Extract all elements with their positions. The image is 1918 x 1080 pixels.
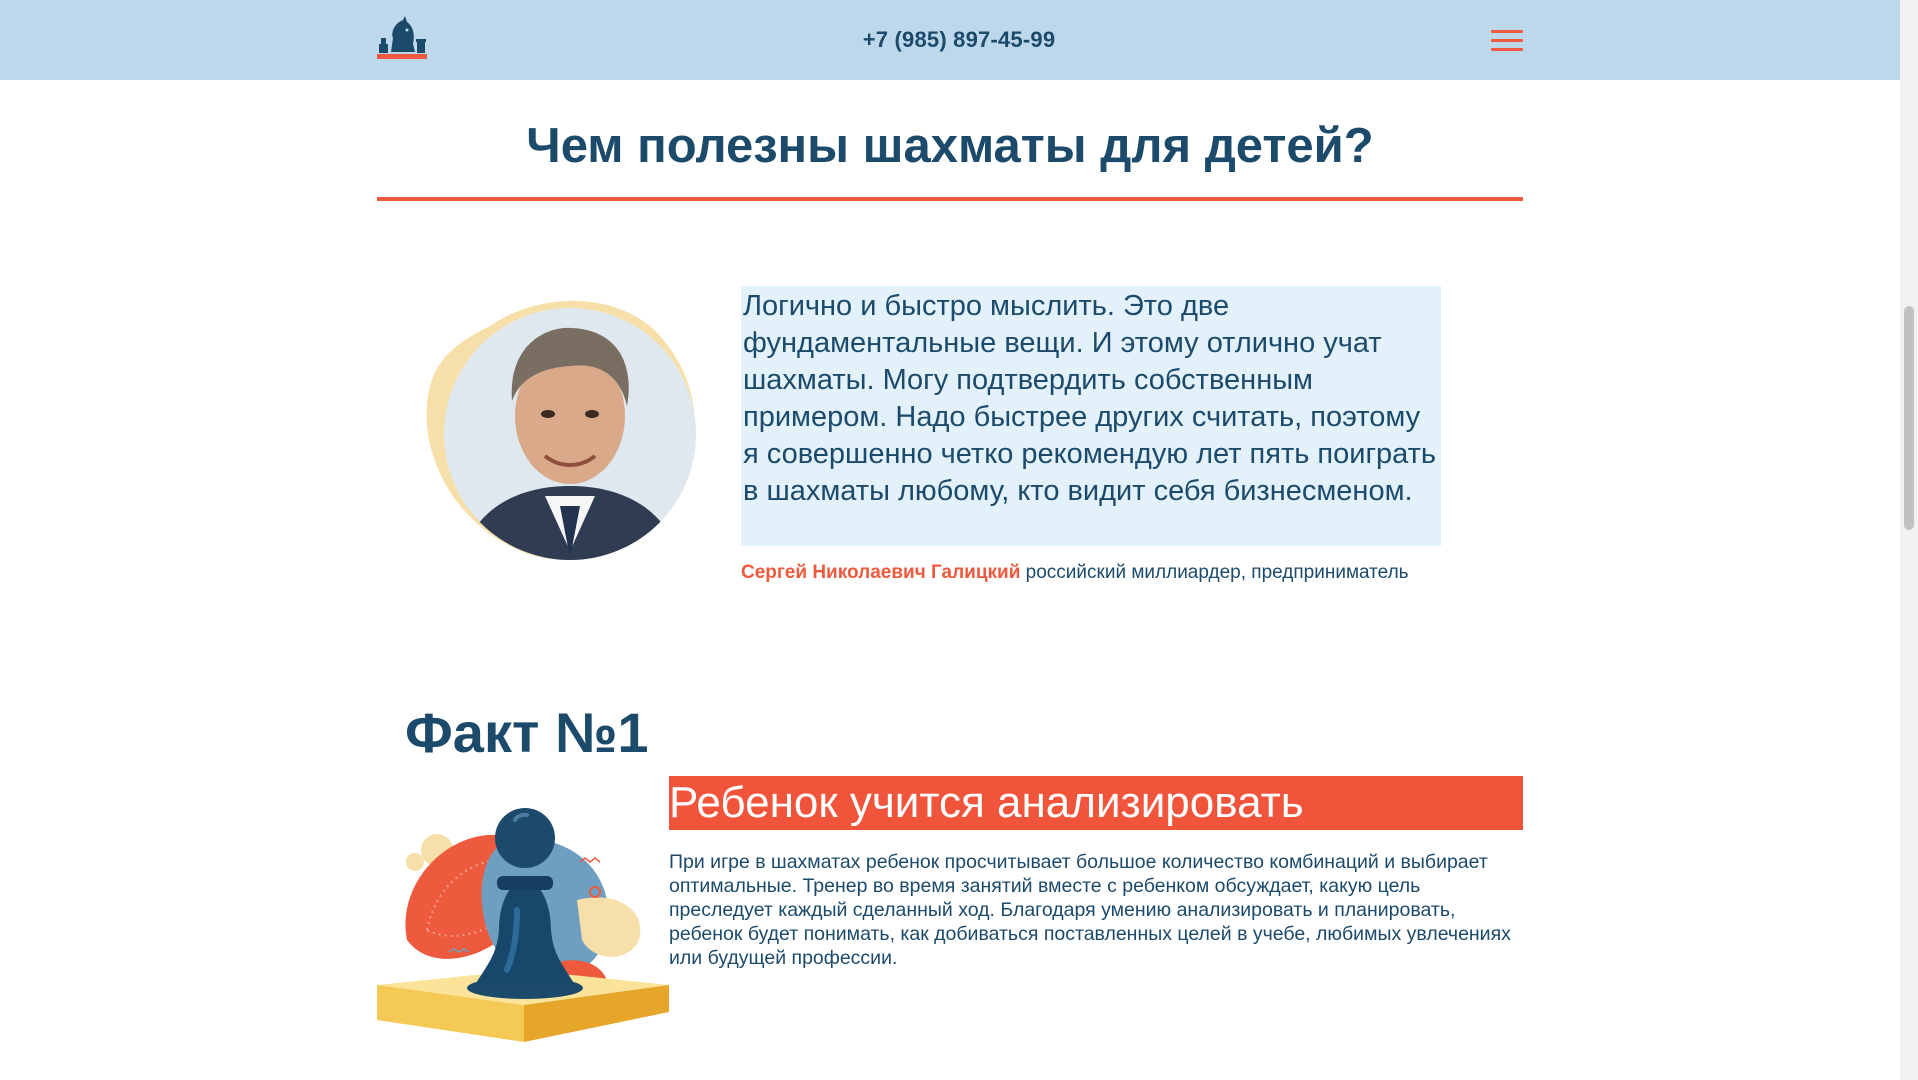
fact-title: Факт №1	[405, 701, 649, 764]
author-portrait	[426, 300, 696, 560]
chess-pawn-illustration-icon	[377, 808, 669, 1042]
author-role: российский миллиардер, предприниматель	[1025, 562, 1409, 583]
quote-text: Логично и быстро мыслить. Это две фундам…	[741, 286, 1441, 546]
title-divider	[377, 197, 1523, 201]
page-scrollbar[interactable]	[1900, 0, 1918, 1080]
quote-author: Сергей Николаевич Галицкий российский ми…	[741, 562, 1409, 584]
fact-heading: Ребенок учится анализировать	[669, 776, 1523, 830]
scrollbar-thumb[interactable]	[1904, 306, 1914, 530]
author-name: Сергей Николаевич Галицкий	[741, 562, 1021, 583]
section-title: Чем полезны шахматы для детей?	[526, 119, 1374, 173]
hamburger-menu-icon[interactable]	[1491, 30, 1523, 52]
fact-description: При игре в шахматах ребенок просчитывает…	[669, 851, 1511, 969]
header-phone[interactable]: +7 (985) 897-45-99	[0, 27, 1918, 53]
site-header: +7 (985) 897-45-99	[0, 0, 1900, 80]
